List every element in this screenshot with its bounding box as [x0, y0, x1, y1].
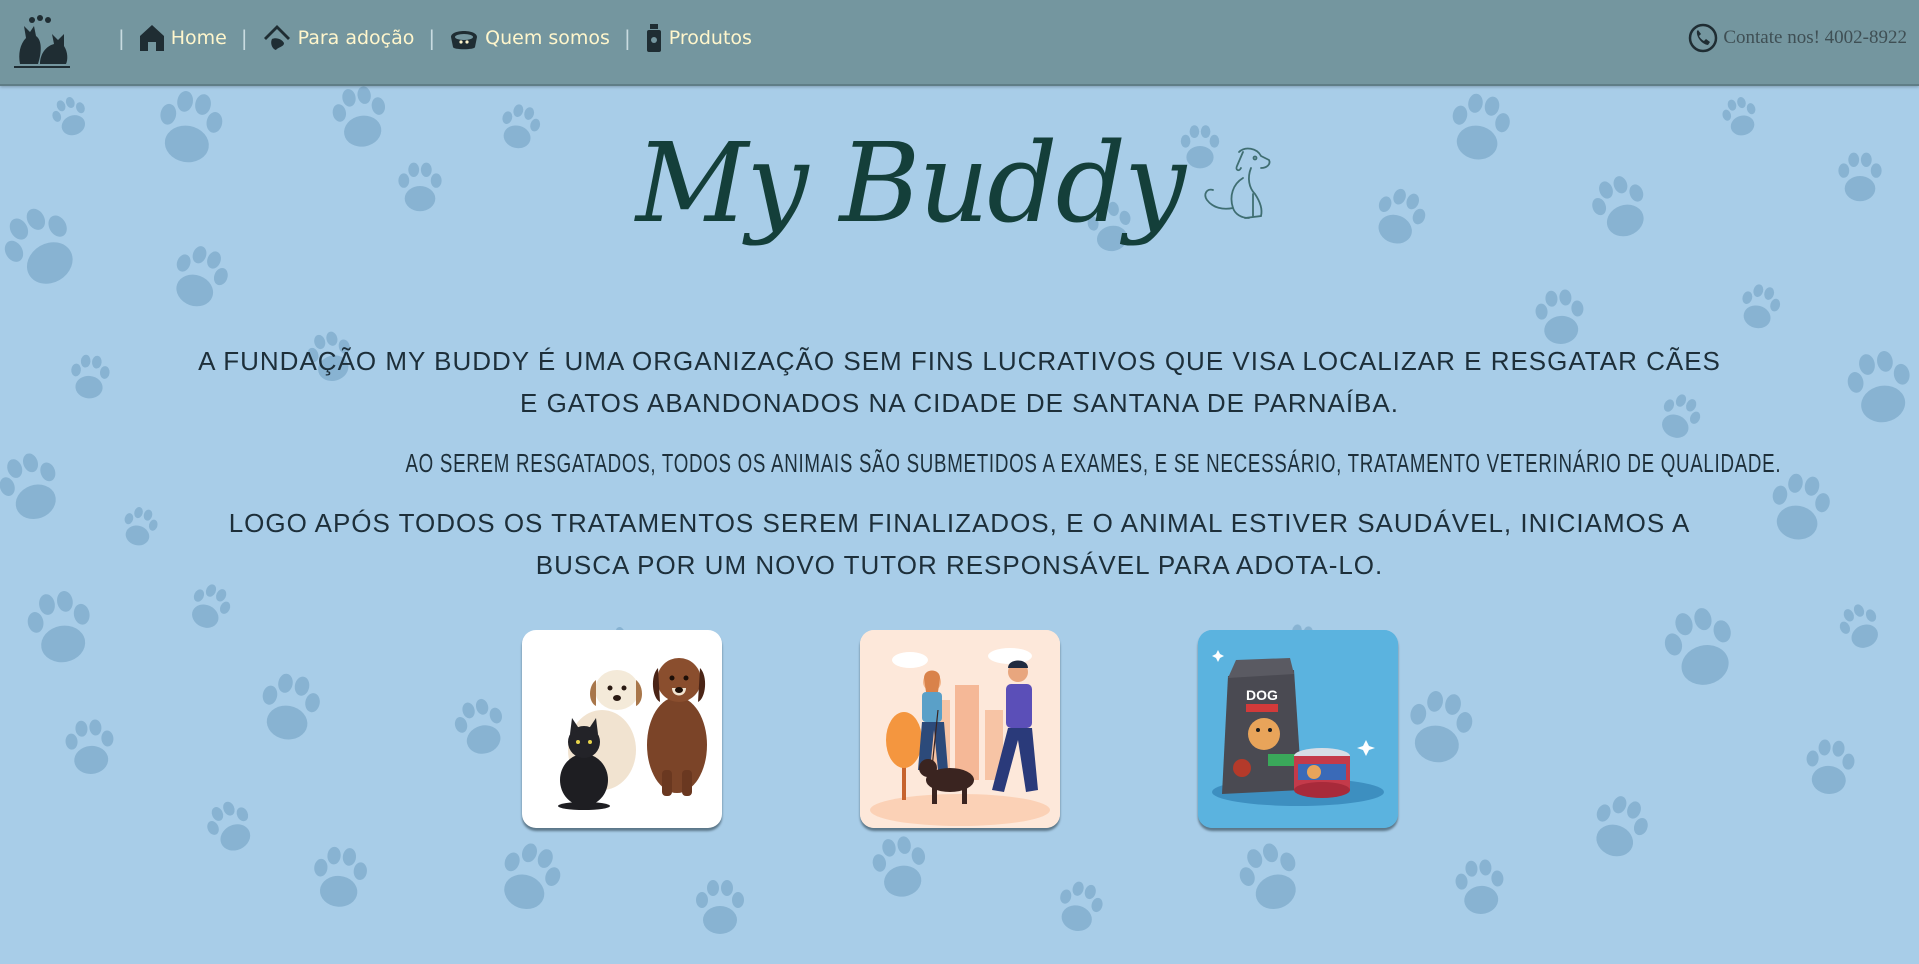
house-icon	[139, 25, 164, 51]
bottle-icon	[646, 24, 661, 52]
nav-separator: |	[623, 26, 631, 50]
top-navbar: | Home | Para adoção | Quem somos | Prod…	[0, 0, 1919, 86]
adoption-house-icon	[263, 25, 290, 50]
nav-item-label: Produtos	[668, 27, 752, 49]
nav-separator: |	[118, 26, 125, 50]
nav-item-about[interactable]: Quem somos	[449, 25, 610, 51]
about-paragraph-3: Logo após todos os tratamentos serem fin…	[228, 508, 1691, 580]
couple-walking-dog-illustration	[859, 630, 1060, 828]
nav-separator: |	[428, 26, 436, 50]
nav-item-label: Para adoção	[297, 27, 415, 49]
brand-title: My Buddy	[635, 119, 1186, 247]
dog-food-bag-illustration: DOG	[1197, 630, 1398, 828]
dog-outline-icon	[1204, 147, 1271, 219]
contact-info[interactable]: Contate nos! 4002-8922	[1687, 22, 1907, 54]
nav-item-products[interactable]: Produtos	[645, 23, 752, 53]
pet-bowl-icon	[451, 31, 478, 50]
nav-item-label: Quem somos	[485, 27, 610, 49]
feature-cards: DOG	[0, 630, 1919, 828]
about-section: A fundação My Buddy é uma organização se…	[190, 340, 1782, 604]
dogs-and-cat-illustration	[557, 658, 707, 810]
nav-item-adoption[interactable]: Para adoção	[262, 23, 415, 53]
brand-header: My Buddy	[0, 128, 1919, 238]
adoption-card[interactable]	[521, 630, 722, 828]
about-paragraph-1: A fundação My Buddy é uma organização se…	[198, 346, 1721, 418]
contact-label: Contate nos! 4002-8922	[1723, 27, 1907, 48]
cat-dog-logo-icon[interactable]	[12, 14, 72, 70]
nav-item-home[interactable]: Home	[139, 24, 227, 52]
about-card[interactable]	[859, 630, 1060, 828]
phone-icon	[1689, 23, 1718, 53]
svg-text:DOG: DOG	[1246, 687, 1278, 703]
products-card[interactable]: DOG	[1197, 630, 1398, 828]
main-nav: | Home | Para adoção | Quem somos | Prod…	[104, 0, 752, 76]
about-paragraph-2: Ao serem resgatados, todos os animais sã…	[405, 448, 1782, 478]
nav-separator: |	[240, 26, 248, 50]
nav-item-label: Home	[170, 27, 227, 49]
